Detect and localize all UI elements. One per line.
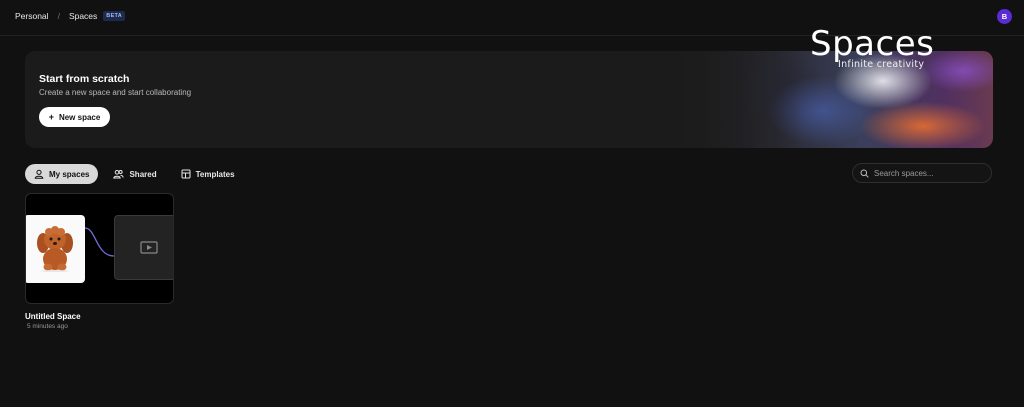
tab-my-spaces[interactable]: My spaces [25, 164, 99, 184]
puppy-image [36, 226, 73, 272]
breadcrumb-spaces[interactable]: Spaces [69, 11, 97, 21]
breadcrumb: Personal / Spaces BETA [15, 11, 126, 21]
search-box[interactable] [852, 163, 992, 183]
tab-shared[interactable]: Shared [104, 164, 165, 184]
layout-icon [181, 169, 191, 179]
beta-badge: BETA [103, 11, 126, 21]
tab-label: Templates [195, 169, 235, 179]
hero-title: Start from scratch [39, 73, 130, 85]
tab-templates[interactable]: Templates [172, 164, 244, 184]
users-icon [113, 170, 125, 179]
search-input[interactable] [874, 168, 984, 178]
avatar[interactable]: B [997, 9, 1012, 24]
breadcrumb-personal[interactable]: Personal [15, 11, 49, 21]
plus-icon: + [48, 112, 54, 122]
video-icon [140, 241, 158, 254]
video-node [114, 215, 173, 280]
user-icon [34, 169, 44, 179]
tab-label: Shared [129, 169, 157, 179]
space-card-thumbnail[interactable] [25, 193, 174, 304]
breadcrumb-separator: / [57, 11, 60, 21]
new-space-button[interactable]: + New space [39, 107, 110, 127]
space-title[interactable]: Untitled Space [25, 312, 81, 321]
space-updated-time: 5 minutes ago [27, 323, 68, 330]
hero-artwork [663, 51, 993, 148]
tab-label: My spaces [49, 169, 90, 179]
space-tabs: My spaces Shared Templates [25, 164, 250, 184]
hero-subtitle: Create a new space and start collaborati… [39, 88, 192, 97]
hero-tagline: Infinite creativity [838, 59, 925, 70]
search-icon [860, 169, 869, 178]
new-space-label: New space [58, 112, 101, 122]
hero-brand-wordmark: Spaces [810, 24, 935, 64]
image-node [26, 215, 85, 283]
